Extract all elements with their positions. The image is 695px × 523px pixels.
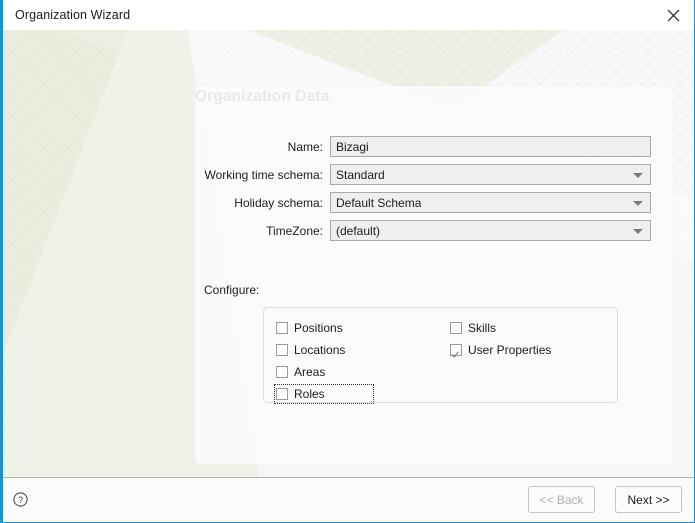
configure-groupbox: Positions Locations Areas Roles Skills U… — [263, 307, 618, 406]
timezone-select[interactable]: (default) — [330, 220, 651, 241]
checkbox-label: User Properties — [468, 343, 552, 357]
wizard-content-area: Organization Data Name: Bizagi Working t… — [3, 30, 694, 477]
window-title: Organization Wizard — [15, 8, 131, 22]
checkbox-box-icon — [450, 322, 462, 334]
checkbox-areas[interactable]: Areas — [274, 362, 328, 382]
checkbox-box-icon — [276, 322, 288, 334]
checkbox-label: Skills — [468, 321, 497, 335]
label-timezone: TimeZone: — [266, 223, 323, 238]
configure-right-column: Skills User Properties — [448, 318, 554, 362]
field-row-holiday-schema: Holiday schema: Default Schema — [195, 192, 673, 213]
checkbox-label: Locations — [294, 343, 346, 357]
back-button[interactable]: << Back — [528, 486, 595, 513]
working-time-schema-select[interactable]: Standard — [330, 164, 651, 185]
titlebar: Organization Wizard — [3, 0, 694, 30]
field-row-name: Name: Bizagi — [195, 136, 673, 157]
checkbox-box-icon — [276, 388, 288, 400]
help-circle-icon[interactable]: ? — [13, 492, 28, 507]
close-button[interactable] — [651, 0, 694, 30]
holiday-schema-value: Default Schema — [336, 195, 422, 210]
checkbox-roles[interactable]: Roles — [274, 384, 374, 404]
label-holiday-schema: Holiday schema: — [234, 195, 323, 210]
label-working-time-schema: Working time schema: — [204, 167, 323, 182]
next-button[interactable]: Next >> — [615, 486, 682, 513]
checkbox-checked-icon — [450, 344, 462, 356]
checkbox-positions[interactable]: Positions — [274, 318, 346, 338]
timezone-value: (default) — [336, 223, 381, 238]
configure-left-column: Positions Locations Areas Roles — [274, 318, 374, 406]
organization-form: Name: Bizagi Working time schema: Standa… — [195, 136, 673, 248]
checkbox-label: Positions — [294, 321, 343, 335]
configure-label: Configure: — [204, 283, 260, 297]
field-row-working-time-schema: Working time schema: Standard — [195, 164, 673, 185]
checkbox-user-properties[interactable]: User Properties — [448, 340, 554, 360]
svg-text:?: ? — [18, 495, 23, 505]
chevron-down-icon — [633, 228, 643, 234]
chevron-down-icon — [633, 172, 643, 178]
organization-wizard-window: Organization Wizard Organization Data Na… — [0, 0, 695, 523]
checkbox-skills[interactable]: Skills — [448, 318, 499, 338]
checkbox-box-icon — [276, 366, 288, 378]
wizard-footer: ? << Back Next >> — [3, 477, 694, 522]
checkbox-box-icon — [276, 344, 288, 356]
field-row-timezone: TimeZone: (default) — [195, 220, 673, 241]
checkbox-label: Roles — [294, 387, 325, 401]
label-name: Name: — [287, 139, 323, 154]
name-input[interactable]: Bizagi — [330, 136, 651, 157]
name-input-value: Bizagi — [336, 139, 369, 154]
chevron-down-icon — [633, 200, 643, 206]
holiday-schema-select[interactable]: Default Schema — [330, 192, 651, 213]
working-time-schema-value: Standard — [336, 167, 385, 182]
checkbox-label: Areas — [294, 365, 326, 379]
close-icon — [667, 9, 680, 22]
form-panel: Name: Bizagi Working time schema: Standa… — [195, 86, 673, 464]
checkbox-locations[interactable]: Locations — [274, 340, 348, 360]
